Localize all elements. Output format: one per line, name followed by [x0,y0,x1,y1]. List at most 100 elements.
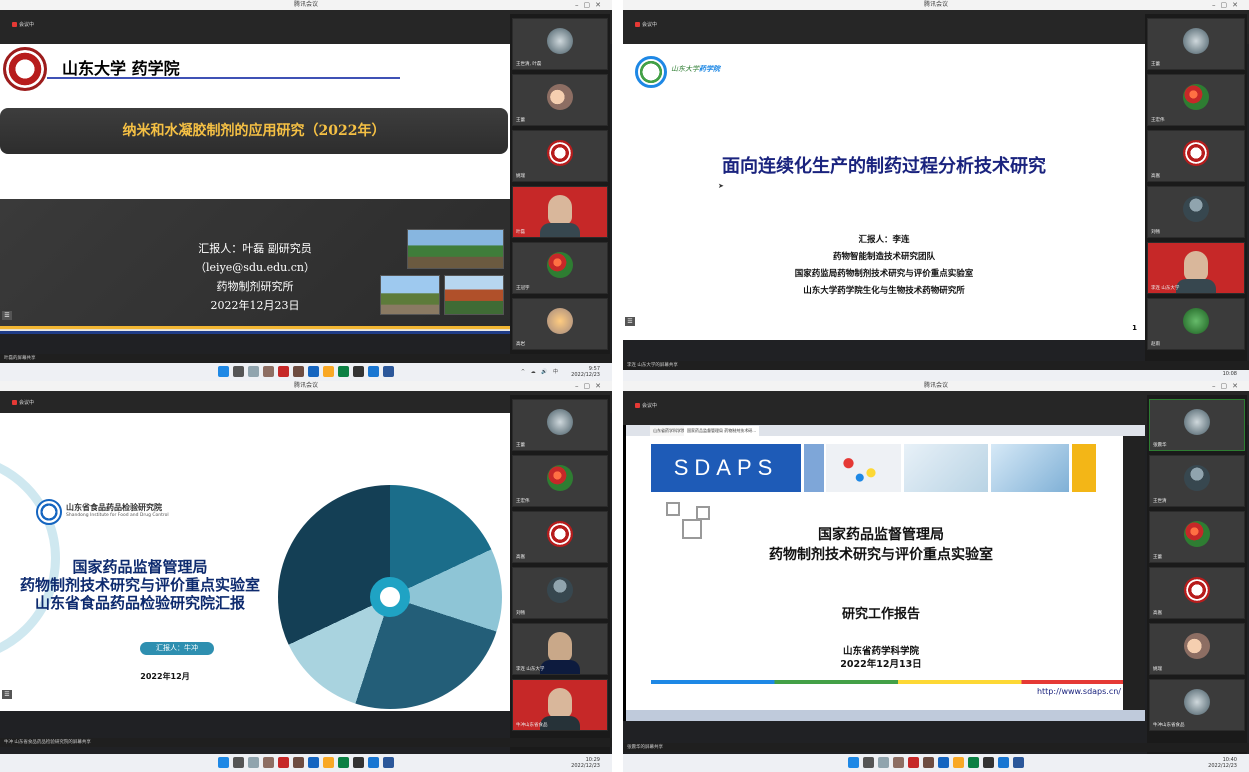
participant-tile[interactable]: 王蕾 [1149,511,1245,563]
window-controls[interactable]: –▢✕ [575,381,606,391]
menu-icon[interactable]: ☰ [2,690,12,699]
app-icon[interactable] [248,757,259,768]
app-icon[interactable] [938,757,949,768]
browser-tab[interactable]: 山东省药学科学院 [650,426,688,436]
app-icon[interactable] [353,366,364,377]
participant-tile[interactable]: 刘畅 [512,567,608,619]
window-controls[interactable]: –▢✕ [1212,381,1243,391]
participant-tile[interactable]: 王蕾 [512,399,608,451]
folder-icon[interactable] [323,366,334,377]
participant-tile[interactable]: 李连 山东大学 [512,623,608,675]
share-status-bar: 牛冲 山东省食品药品检验研究院的屏幕共享 [0,738,612,747]
app-icon[interactable] [308,366,319,377]
participant-tile[interactable]: 王冠宇 [512,242,608,294]
participant-tile[interactable]: 牛冲山东省食品 [1149,679,1245,731]
word-icon[interactable] [383,757,394,768]
participant-tile[interactable]: 赵雨 [1147,298,1245,350]
start-icon[interactable] [848,757,859,768]
participant-tile[interactable]: 王宏伟 [1147,74,1245,126]
word-icon[interactable] [383,366,394,377]
app-icon[interactable] [278,366,289,377]
app-icon[interactable] [353,757,364,768]
participant-tile[interactable]: 王蕾 [512,74,608,126]
taskbar-apps[interactable] [218,757,394,768]
participant-tile[interactable]: 刘畅 [1147,186,1245,238]
menu-icon[interactable]: ☰ [625,317,635,326]
app-icon[interactable] [233,757,244,768]
app-icon[interactable] [968,757,979,768]
avatar [1184,409,1210,435]
mouse-cursor-icon: ➤ [718,182,724,190]
app-icon[interactable] [863,757,874,768]
participant-tile[interactable]: 高嵩 [512,511,608,563]
avatar [1184,521,1210,547]
app-icon[interactable] [278,757,289,768]
participant-tile[interactable]: 高岩 [512,298,608,350]
participant-tile[interactable]: 姚瑞 [512,130,608,182]
window-title: 腾讯会议 [923,382,948,389]
participant-tile[interactable]: 高嵩 [1147,130,1245,182]
folder-icon[interactable] [323,757,334,768]
participant-tile[interactable]: 王蕾 [1147,18,1245,70]
presenter-info: 汇报人：李连 药物智能制造技术研究团队 国家药监局药物制剂技术研究与评价重点实验… [623,232,1145,300]
word-icon[interactable] [1013,757,1024,768]
start-icon[interactable] [218,366,229,377]
app-icon[interactable] [998,757,1009,768]
participant-tile[interactable]: 李连 山东大学 [1147,242,1245,294]
app-icon[interactable] [983,757,994,768]
record-icon [12,400,17,405]
participant-tile[interactable]: 牛冲山东省食品 [512,679,608,731]
app-icon[interactable] [308,757,319,768]
taskbar: ^ ☁ 🔊 中 9:57 2022/12/23 [0,363,612,381]
browser-tab[interactable]: 国家药品监督管理局 药物制剂技术研... [684,426,760,436]
slide-org-english: Shandong Institute for Food and Drug Con… [66,513,169,518]
avatar [547,521,573,547]
participant-tile[interactable]: 王宏伟 [512,455,608,507]
app-icon[interactable] [338,757,349,768]
app-icon[interactable] [893,757,904,768]
site-url[interactable]: http://www.sdaps.cn/ [1037,687,1121,696]
app-icon[interactable] [263,757,274,768]
avatar [1183,140,1209,166]
app-icon[interactable] [908,757,919,768]
start-icon[interactable] [218,757,229,768]
folder-icon[interactable] [953,757,964,768]
menu-icon[interactable]: ☰ [2,311,12,320]
meeting-status: 会议中 [635,21,657,28]
participant-tile[interactable]: 叶磊 [512,186,608,238]
participant-strip: 王蕾 王宏伟 高嵩 刘畅 李连 山东大学 牛冲山东省食品 [510,395,610,754]
participant-tile[interactable]: 姚瑞 [1149,623,1245,675]
participant-tile[interactable]: 张震华 [1149,399,1245,451]
app-icon[interactable] [368,757,379,768]
window-controls[interactable]: –▢✕ [1212,0,1243,10]
system-tray[interactable]: ^ ☁ 🔊 中 [521,368,560,375]
app-icon[interactable] [263,366,274,377]
ribbon [0,326,510,334]
app-icon[interactable] [293,366,304,377]
window-titlebar: 腾讯会议 –▢✕ [623,381,1249,391]
participant-tile[interactable]: 王世清 [1149,455,1245,507]
app-icon[interactable] [233,366,244,377]
clock: 10:08 [1222,371,1237,377]
avatar [1183,84,1209,110]
participant-video [548,632,572,662]
taskbar-apps[interactable] [218,366,394,377]
taskbar-apps[interactable] [848,757,1024,768]
app-icon[interactable] [923,757,934,768]
app-icon[interactable] [878,757,889,768]
avatar [547,28,573,54]
app-icon[interactable] [248,366,259,377]
shared-slide: 山东大学 药学院 纳米和水凝胶制剂的应用研究（2022年） 汇报人：叶磊 副研究… [0,44,510,334]
app-icon[interactable] [293,757,304,768]
participant-tile[interactable]: 高嵩 [1149,567,1245,619]
window-controls[interactable]: –▢✕ [575,0,606,10]
presenter-line: 国家药监局药物制剂技术研究与评价重点实验室 [794,269,974,279]
taskbar: 10:29 2022/12/23 [0,754,612,772]
app-icon[interactable] [338,366,349,377]
institute-logo-icon [36,499,62,525]
participant-tile[interactable]: 王世清, 叶磊 [512,18,608,70]
shared-slide: 山东大学药学院 面向连续化生产的制药过程分析技术研究 汇报人：李连 药物智能制造… [623,44,1145,340]
avatar [1184,577,1210,603]
record-icon [635,22,640,27]
app-icon[interactable] [368,366,379,377]
